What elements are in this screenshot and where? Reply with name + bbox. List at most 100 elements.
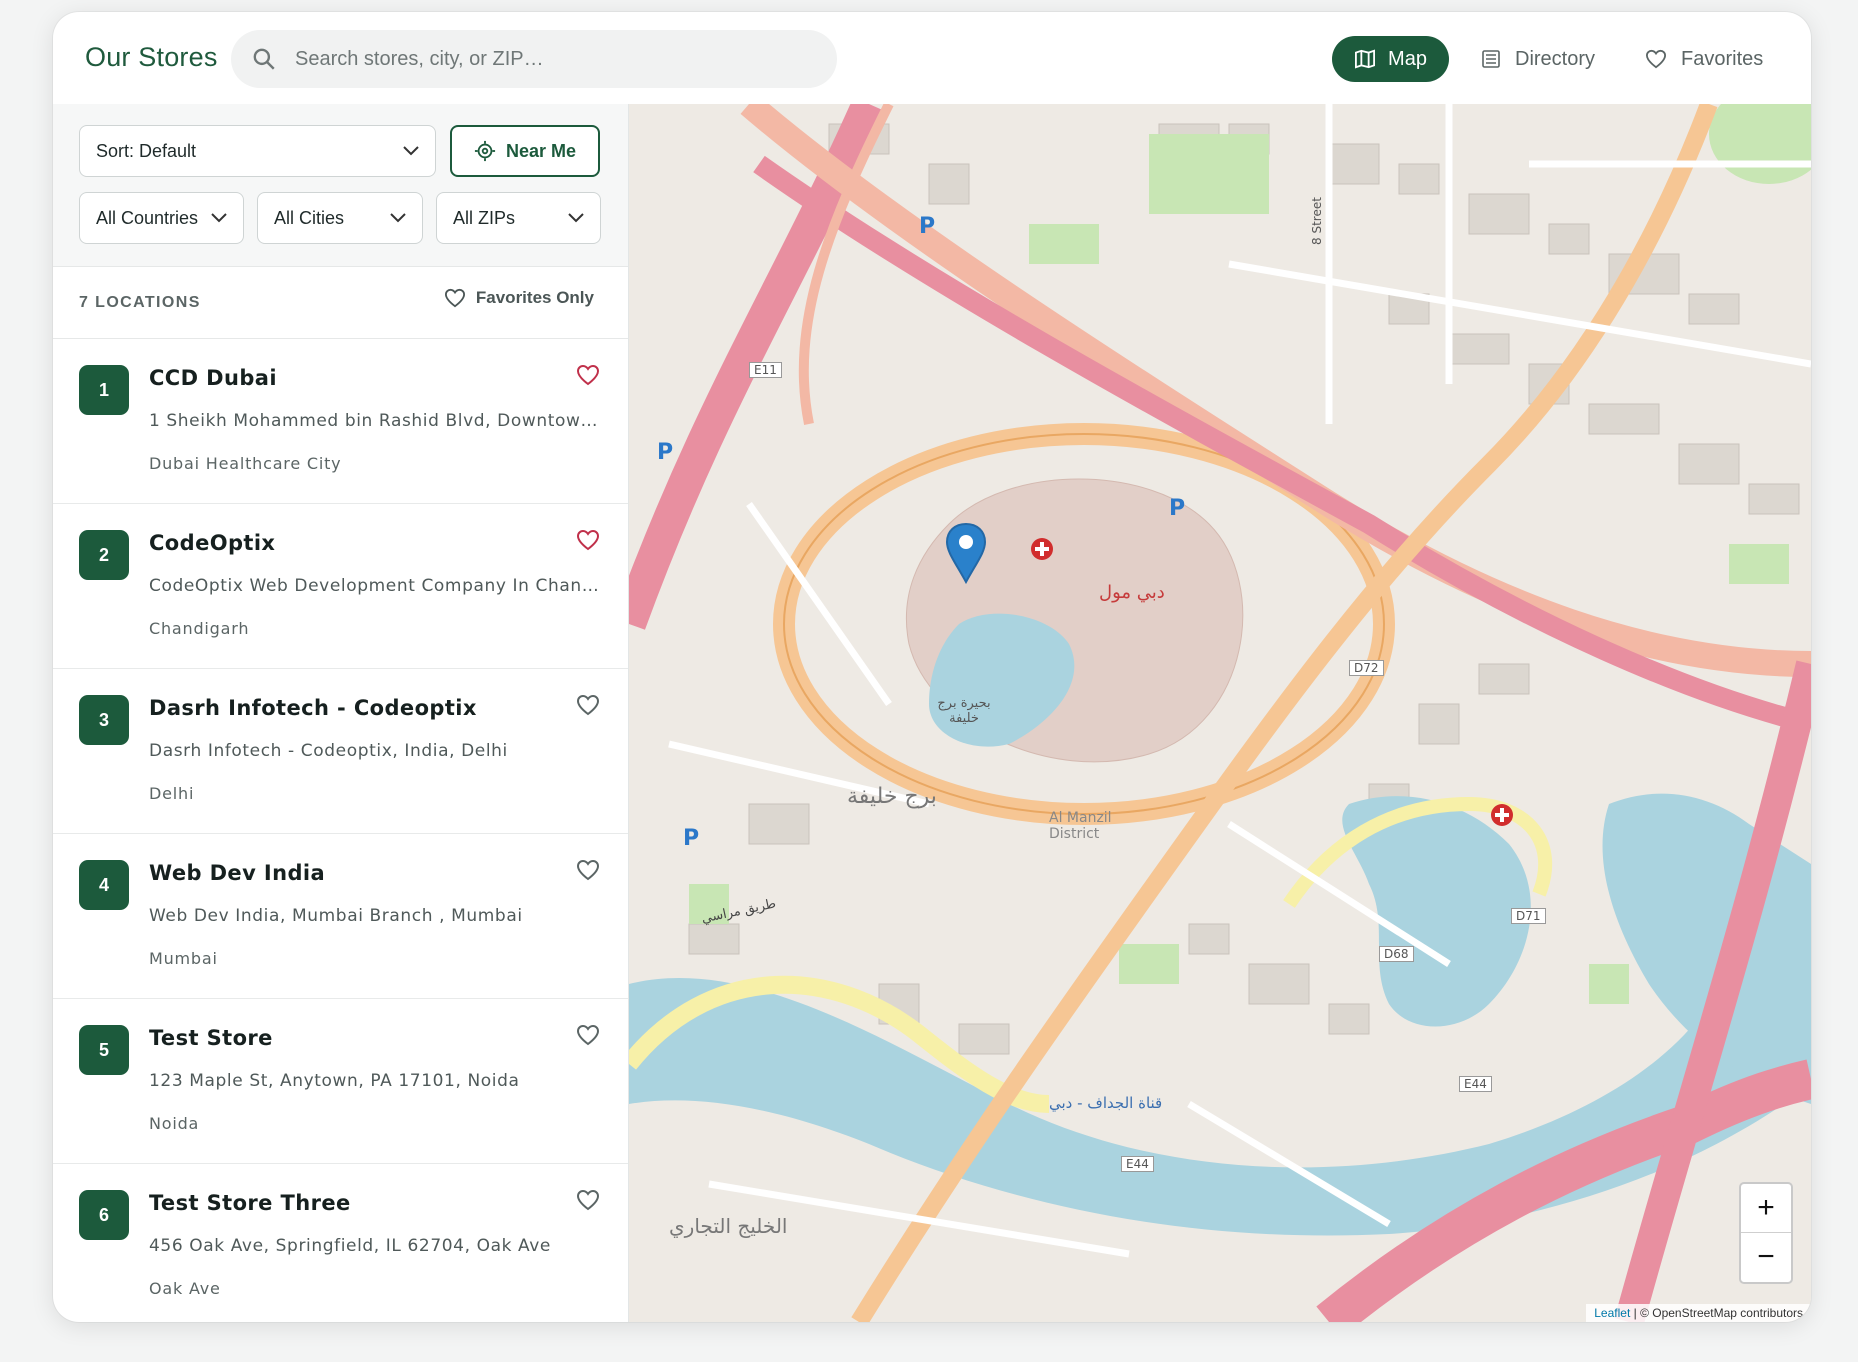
location-list: 1 CCD Dubai 1 Sheikh Mohammed bin Rashid…: [53, 339, 628, 1322]
locations-count: 7 LOCATIONS: [79, 294, 201, 311]
location-name: CodeOptix: [149, 531, 276, 555]
map-label-al-manzil: Al Manzil District: [1049, 810, 1112, 842]
location-number-badge: 5: [79, 1025, 129, 1075]
location-address: Dasrh Infotech - Codeoptix, India, Delhi: [149, 741, 508, 761]
road-shield: E44: [1121, 1156, 1154, 1172]
location-city: Delhi: [149, 784, 195, 803]
location-city: Mumbai: [149, 949, 218, 968]
favorites-only-toggle[interactable]: Favorites Only: [444, 288, 594, 308]
favorite-heart-icon[interactable]: [576, 859, 600, 881]
road-shield: E11: [749, 362, 782, 378]
store-location-pin-icon[interactable]: [945, 522, 987, 584]
chevron-down-icon: [568, 213, 584, 223]
locations-header: 7 LOCATIONS Favorites Only: [53, 266, 628, 339]
map-label-burj-khalifa: برج خليفة: [847, 784, 937, 809]
chevron-down-icon: [403, 146, 419, 156]
zip-select-value: All ZIPs: [453, 207, 516, 228]
location-address: CodeOptix Web Development Company In Cha…: [149, 576, 599, 596]
locate-icon: [474, 140, 496, 162]
location-address: 123 Maple St, Anytown, PA 17101, Noida: [149, 1071, 520, 1091]
map-label-dubai-mall: دبي مول: [1099, 582, 1165, 603]
zoom-controls: + −: [1739, 1182, 1793, 1284]
search-input[interactable]: Search stores, city, or ZIP…: [295, 48, 544, 71]
location-name: Dasrh Infotech - Codeoptix: [149, 696, 477, 720]
parking-icon: P: [683, 826, 700, 851]
hospital-icon: [1031, 538, 1053, 560]
sort-select-value: Sort: Default: [96, 140, 197, 161]
header: Our Stores Search stores, city, or ZIP… …: [53, 12, 1811, 104]
list-item[interactable]: 6 Test Store Three 456 Oak Ave, Springfi…: [53, 1164, 628, 1322]
location-address: 1 Sheikh Mohammed bin Rashid Blvd, Downt…: [149, 411, 599, 431]
map-label-8-street: 8 Street: [1309, 197, 1324, 245]
nav-favorites-label: Favorites: [1681, 47, 1764, 70]
osm-attribution: | © OpenStreetMap contributors: [1633, 1306, 1803, 1320]
leaflet-link[interactable]: Leaflet: [1594, 1306, 1630, 1320]
map-label-business-bay: الخليج التجاري: [669, 1214, 788, 1238]
sidebar: Sort: Default Near Me All Countries All …: [53, 104, 629, 1322]
location-city: Dubai Healthcare City: [149, 454, 342, 473]
road-shield: D68: [1379, 946, 1414, 962]
store-locator-card: Our Stores Search stores, city, or ZIP… …: [53, 12, 1811, 1322]
heart-icon: [444, 288, 465, 308]
hospital-icon: [1491, 804, 1513, 826]
heart-icon: [1645, 49, 1667, 69]
favorite-heart-icon[interactable]: [576, 1189, 600, 1211]
zip-select[interactable]: All ZIPs: [436, 192, 601, 244]
chevron-down-icon: [211, 213, 227, 223]
parking-icon: P: [1169, 496, 1186, 521]
map-label-lake: بحيرة برج خليفة: [937, 696, 991, 726]
city-select[interactable]: All Cities: [257, 192, 423, 244]
favorite-heart-icon[interactable]: [576, 529, 600, 551]
near-me-button[interactable]: Near Me: [450, 125, 600, 177]
favorite-heart-icon[interactable]: [576, 694, 600, 716]
zoom-in-button[interactable]: +: [1741, 1184, 1791, 1233]
nav-directory-button[interactable]: Directory: [1481, 36, 1595, 82]
nav-favorites-button[interactable]: Favorites: [1645, 36, 1763, 82]
search-bar[interactable]: Search stores, city, or ZIP…: [231, 30, 837, 88]
location-name: Web Dev India: [149, 861, 326, 885]
near-me-label: Near Me: [505, 140, 577, 161]
list-item[interactable]: 5 Test Store 123 Maple St, Anytown, PA 1…: [53, 999, 628, 1164]
location-city: Noida: [149, 1114, 200, 1133]
location-name: Test Store Three: [149, 1191, 351, 1215]
city-select-value: All Cities: [274, 207, 345, 228]
parking-icon: P: [657, 440, 674, 465]
favorite-heart-icon[interactable]: [576, 364, 600, 386]
nav-directory-label: Directory: [1515, 47, 1596, 70]
road-shield: D71: [1511, 908, 1546, 924]
zoom-out-button[interactable]: −: [1741, 1233, 1791, 1281]
nav-map-button[interactable]: Map: [1332, 36, 1449, 82]
map-tiles[interactable]: [629, 104, 1811, 1322]
map-icon: [1355, 49, 1376, 69]
list-item[interactable]: 4 Web Dev India Web Dev India, Mumbai Br…: [53, 834, 628, 999]
location-city: Oak Ave: [149, 1279, 221, 1298]
parking-icon: P: [919, 214, 936, 239]
road-shield: D72: [1349, 660, 1384, 676]
location-city: Chandigarh: [149, 619, 250, 638]
brand-title[interactable]: Our Stores: [85, 42, 218, 73]
list-item[interactable]: 3 Dasrh Infotech - Codeoptix Dasrh Infot…: [53, 669, 628, 834]
location-address: Web Dev India, Mumbai Branch , Mumbai: [149, 906, 523, 926]
chevron-down-icon: [390, 213, 406, 223]
location-number-badge: 3: [79, 695, 129, 745]
road-shield: E44: [1459, 1076, 1492, 1092]
favorite-heart-icon[interactable]: [576, 1024, 600, 1046]
location-number-badge: 1: [79, 365, 129, 415]
location-number-badge: 2: [79, 530, 129, 580]
location-name: CCD Dubai: [149, 366, 277, 390]
location-address: 456 Oak Ave, Springfield, IL 62704, Oak …: [149, 1236, 551, 1256]
location-number-badge: 4: [79, 860, 129, 910]
sort-select[interactable]: Sort: Default: [79, 125, 436, 177]
location-name: Test Store: [149, 1026, 273, 1050]
nav-map-label: Map: [1388, 47, 1427, 70]
map-attribution: Leaflet | © OpenStreetMap contributors: [1586, 1304, 1811, 1322]
location-number-badge: 6: [79, 1190, 129, 1240]
map-view[interactable]: دبي مول برج خليفة بحيرة برج خليفة Al Man…: [629, 104, 1811, 1322]
country-select-value: All Countries: [96, 207, 199, 228]
favorites-only-label: Favorites Only: [475, 288, 594, 307]
list-item[interactable]: 2 CodeOptix CodeOptix Web Development Co…: [53, 504, 628, 669]
search-icon: [253, 48, 275, 70]
list-item[interactable]: 1 CCD Dubai 1 Sheikh Mohammed bin Rashid…: [53, 339, 628, 504]
filters-panel: Sort: Default Near Me All Countries All …: [53, 104, 628, 267]
country-select[interactable]: All Countries: [79, 192, 244, 244]
